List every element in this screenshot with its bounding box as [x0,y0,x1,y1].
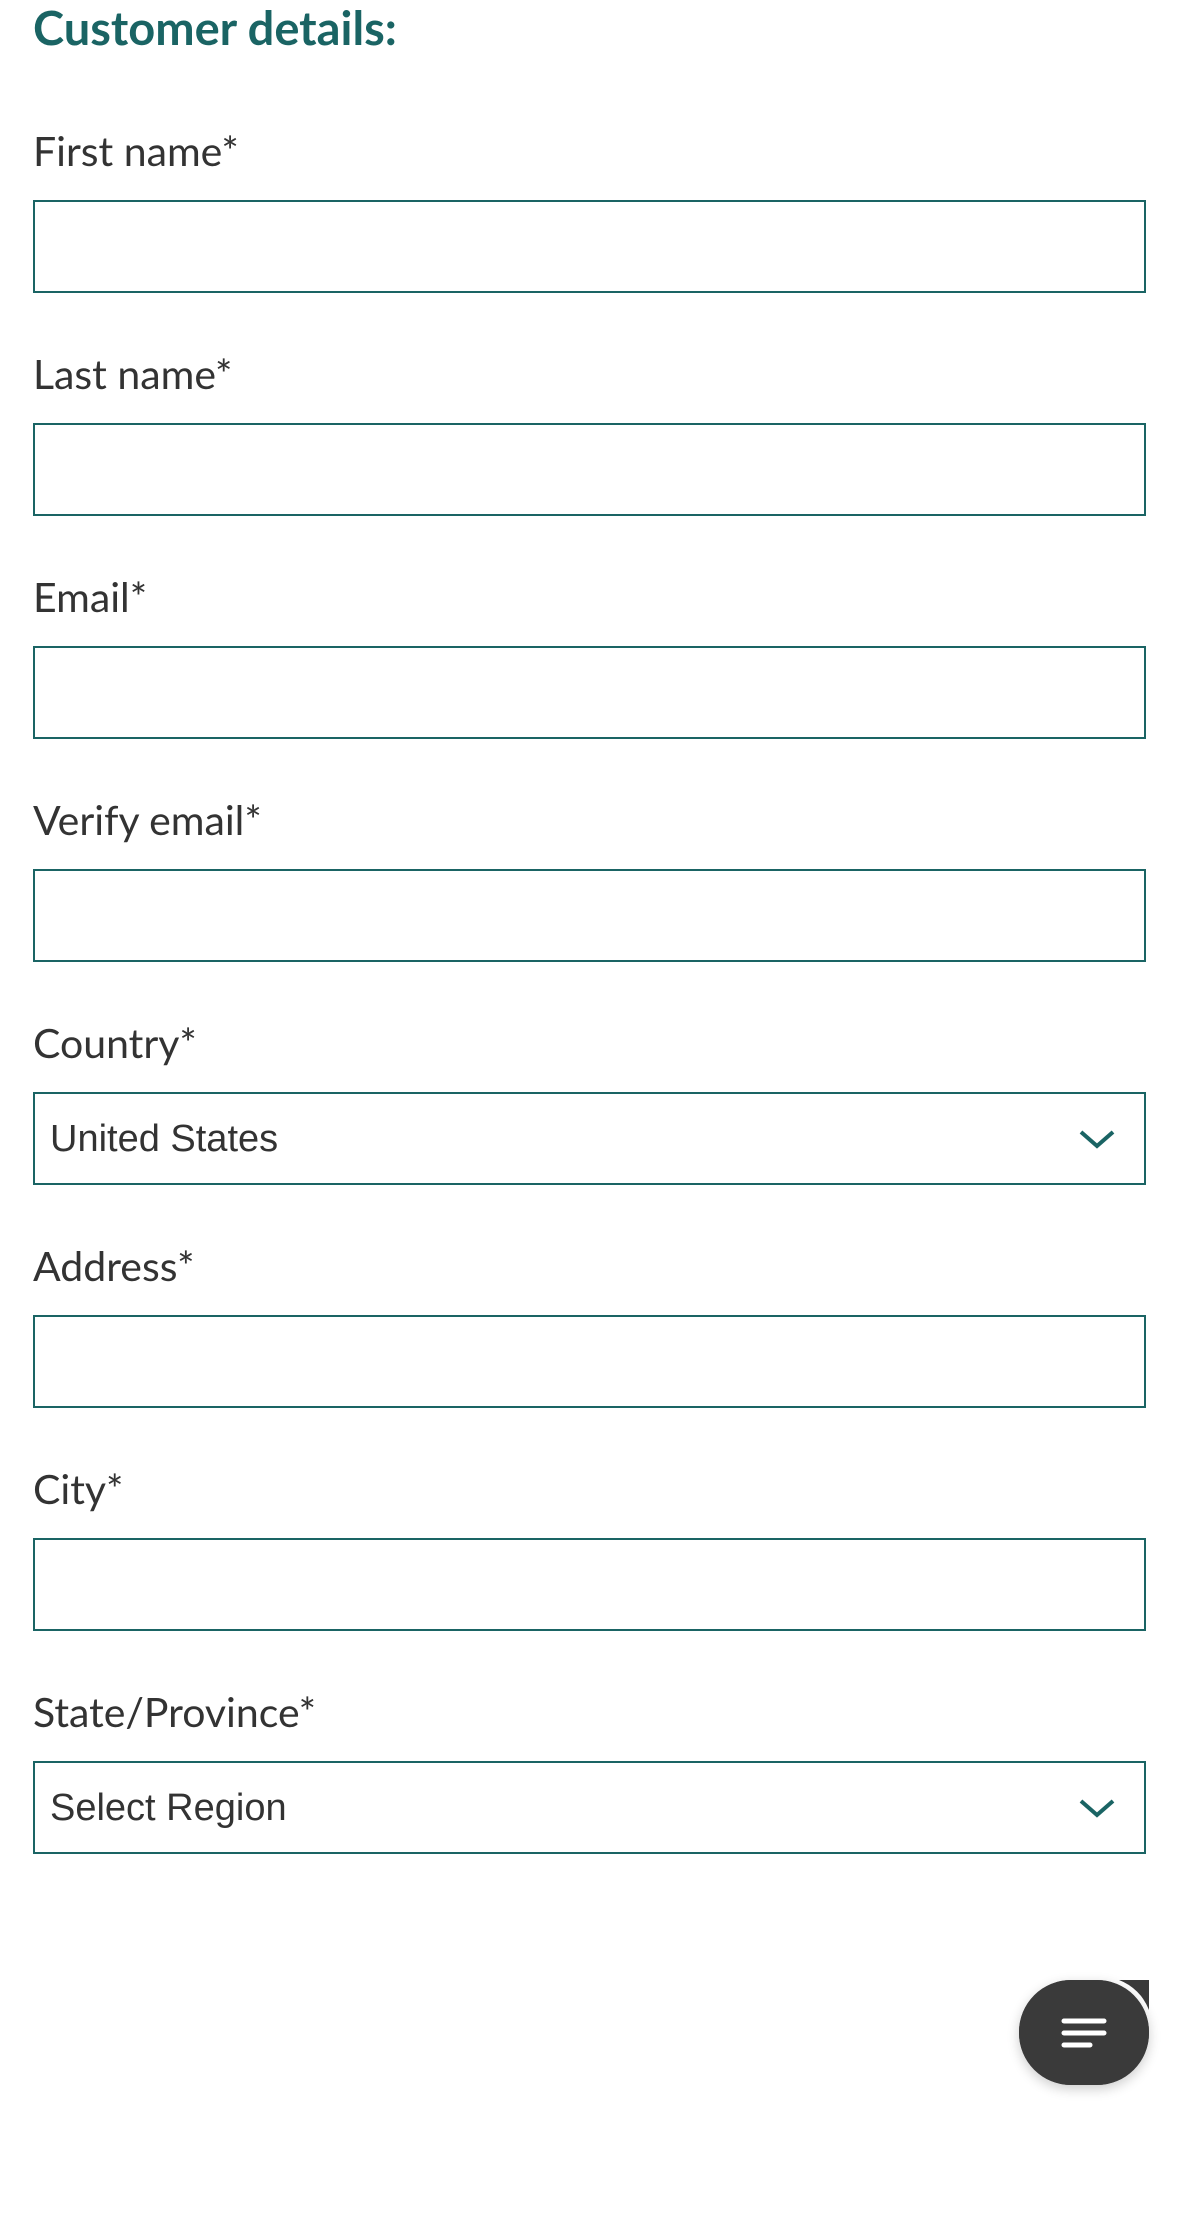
city-label: City* [33,1464,1146,1513]
last-name-label: Last name* [33,349,1146,398]
country-select-wrapper: United States [33,1092,1146,1185]
section-title: Customer details: [33,0,1146,56]
first-name-field-group: First name* [33,126,1146,293]
chat-icon [1056,2005,1112,2061]
address-label: Address* [33,1241,1146,1290]
verify-email-field-group: Verify email* [33,795,1146,962]
city-field-group: City* [33,1464,1146,1631]
address-input[interactable] [33,1315,1146,1408]
email-field-group: Email* [33,572,1146,739]
country-field-group: Country* United States [33,1018,1146,1185]
country-label: Country* [33,1018,1146,1067]
first-name-label: First name* [33,126,1146,175]
state-label: State/Province* [33,1687,1146,1736]
verify-email-label: Verify email* [33,795,1146,844]
state-select[interactable]: Select Region [33,1761,1146,1854]
verify-email-input[interactable] [33,869,1146,962]
email-input[interactable] [33,646,1146,739]
country-select[interactable]: United States [33,1092,1146,1185]
state-field-group: State/Province* Select Region [33,1687,1146,1854]
state-select-wrapper: Select Region [33,1761,1146,1854]
address-field-group: Address* [33,1241,1146,1408]
email-label: Email* [33,572,1146,621]
city-input[interactable] [33,1538,1146,1631]
last-name-field-group: Last name* [33,349,1146,516]
last-name-input[interactable] [33,423,1146,516]
first-name-input[interactable] [33,200,1146,293]
chat-button[interactable] [1019,1980,1149,2085]
